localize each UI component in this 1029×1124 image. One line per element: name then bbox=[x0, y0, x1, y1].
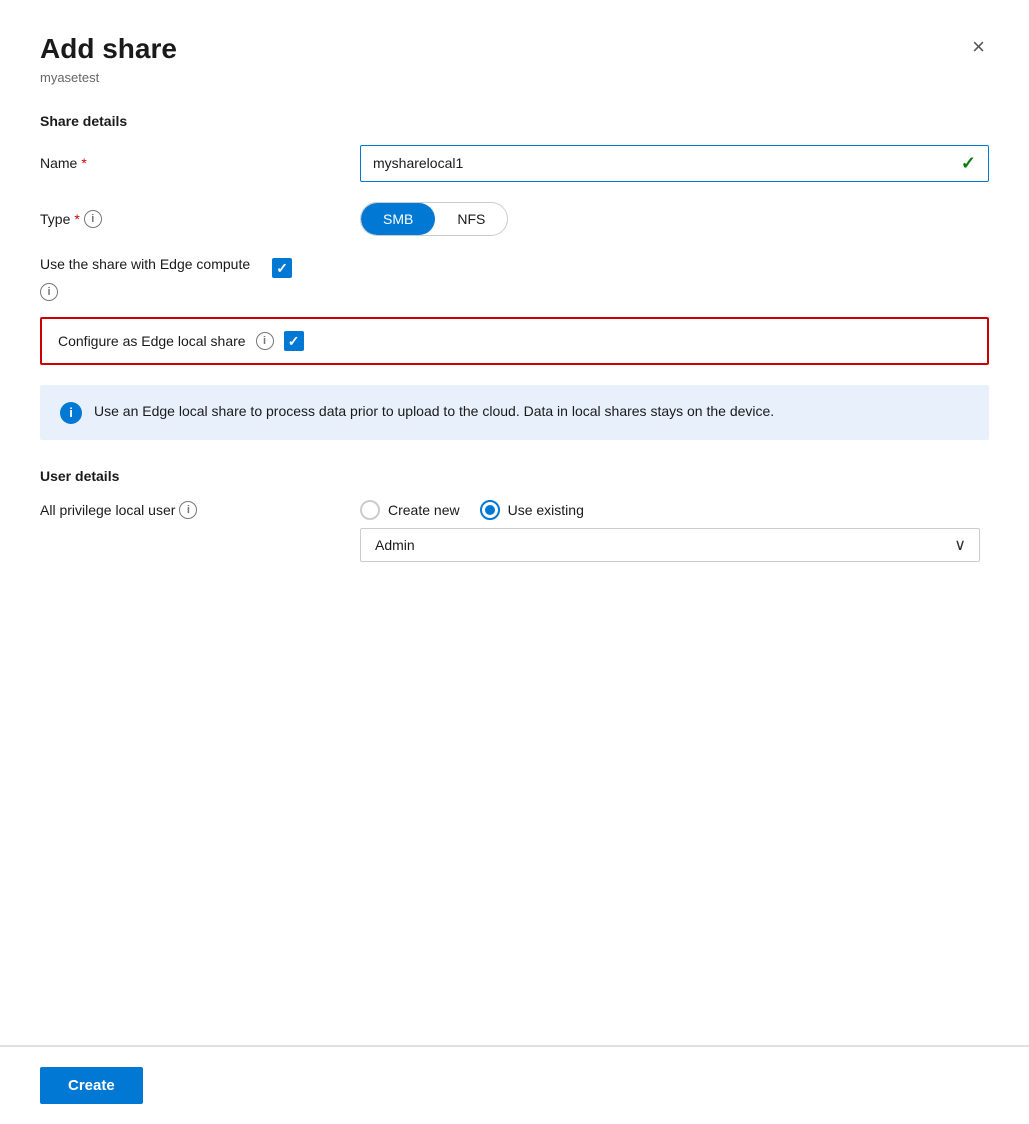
edge-local-share-box: Configure as Edge local share i ✓ bbox=[40, 317, 989, 365]
create-button[interactable]: Create bbox=[40, 1067, 143, 1104]
privilege-radio-group: Create new Use existing bbox=[360, 500, 584, 520]
use-existing-option[interactable]: Use existing bbox=[480, 500, 584, 520]
use-existing-radio-inner bbox=[485, 505, 495, 515]
user-details-section: User details All privilege local user i … bbox=[40, 468, 989, 562]
privilege-info-icon: i bbox=[179, 501, 197, 519]
create-new-radio-outer bbox=[360, 500, 380, 520]
share-details-section-title: Share details bbox=[40, 113, 989, 129]
edge-local-check-icon: ✓ bbox=[288, 334, 300, 348]
type-info-icon: i bbox=[84, 210, 102, 228]
info-banner-text: Use an Edge local share to process data … bbox=[94, 401, 774, 422]
name-input-display[interactable]: mysharelocal1 ✓ bbox=[360, 145, 989, 182]
admin-dropdown-wrap: Admin User1 User2 ∨ bbox=[360, 528, 980, 562]
dialog-subtitle: myasetest bbox=[40, 70, 989, 85]
name-label: Name * bbox=[40, 155, 360, 171]
edge-compute-info-icon: i bbox=[40, 283, 58, 301]
info-banner-icon: i bbox=[60, 402, 82, 424]
edge-compute-checkbox[interactable]: ✓ bbox=[272, 258, 292, 278]
edge-compute-row: Use the share with Edge compute ✓ bbox=[40, 256, 989, 278]
name-row: Name * mysharelocal1 ✓ bbox=[40, 145, 989, 182]
admin-dropdown[interactable]: Admin User1 User2 bbox=[360, 528, 980, 562]
name-input-value: mysharelocal1 bbox=[373, 155, 463, 171]
smb-toggle-button[interactable]: SMB bbox=[361, 203, 435, 235]
type-required-star: * bbox=[74, 211, 79, 227]
create-new-option[interactable]: Create new bbox=[360, 500, 460, 520]
valid-checkmark-icon: ✓ bbox=[961, 153, 976, 174]
use-existing-label: Use existing bbox=[508, 502, 584, 518]
create-new-label: Create new bbox=[388, 502, 460, 518]
dialog-title: Add share bbox=[40, 32, 177, 66]
user-details-section-title: User details bbox=[40, 468, 989, 484]
info-banner: i Use an Edge local share to process dat… bbox=[40, 385, 989, 440]
close-button[interactable]: × bbox=[968, 32, 989, 62]
dialog-footer: Create bbox=[0, 1046, 1029, 1124]
privilege-label: All privilege local user i bbox=[40, 501, 360, 519]
type-toggle-group: SMB NFS bbox=[360, 202, 508, 236]
edge-compute-label: Use the share with Edge compute bbox=[40, 256, 250, 272]
type-label: Type * i bbox=[40, 210, 360, 228]
use-existing-radio-outer bbox=[480, 500, 500, 520]
edge-local-label: Configure as Edge local share bbox=[58, 333, 246, 349]
edge-local-checkbox[interactable]: ✓ bbox=[284, 331, 304, 351]
edge-local-info-icon: i bbox=[256, 332, 274, 350]
type-row: Type * i SMB NFS bbox=[40, 202, 989, 236]
name-required-star: * bbox=[81, 155, 86, 171]
nfs-toggle-button[interactable]: NFS bbox=[435, 203, 507, 235]
edge-compute-check-icon: ✓ bbox=[276, 261, 288, 275]
privilege-user-row: All privilege local user i Create new Us… bbox=[40, 500, 989, 520]
